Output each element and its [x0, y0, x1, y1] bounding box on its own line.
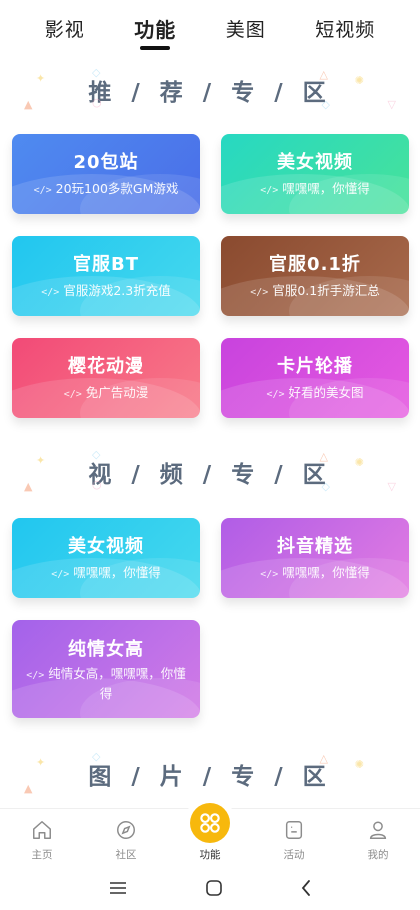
star-decoration-icon: ✦	[36, 72, 46, 85]
triangle-decoration-icon: △	[319, 68, 328, 81]
nav-profile[interactable]: 我的	[336, 809, 420, 862]
nav-home[interactable]: 主页	[0, 809, 84, 862]
card-title: 官服BT	[73, 254, 139, 275]
card-title: 美女视频	[68, 536, 144, 557]
card-title: 抖音精选	[277, 536, 353, 557]
square-decoration-icon: ◇	[92, 750, 101, 763]
card-subtitle: </> 免广告动漫	[63, 385, 149, 400]
code-icon: </>	[260, 569, 279, 580]
tab-short-videos[interactable]: 短视频	[315, 0, 375, 56]
diamond-decoration-icon: ◇	[321, 98, 330, 111]
card-subtitle: </> 嘿嘿嘿，你懂得	[260, 181, 370, 196]
circle-decoration-icon: ○	[92, 478, 102, 491]
star-decoration-icon: ✺	[354, 456, 364, 469]
code-icon: </>	[63, 389, 82, 400]
section-title: 视 / 频 / 专 / 区	[88, 462, 332, 488]
nav-label: 活动	[283, 849, 305, 861]
card-title: 卡片轮播	[277, 356, 353, 377]
card-carousel[interactable]: 卡片轮播 </> 好看的美女图	[221, 338, 409, 418]
back-icon[interactable]	[300, 879, 312, 901]
bottom-navigation: 主页 社区 功能 活动 我的	[0, 803, 420, 870]
system-navigation-bar	[0, 870, 420, 910]
code-icon: </>	[266, 389, 285, 400]
card-subtitle: </> 纯情女高，嘿嘿嘿，你懂得	[26, 666, 186, 701]
square-decoration-icon: ◇	[92, 66, 101, 79]
star-decoration-icon: ✺	[354, 758, 364, 771]
code-icon: </>	[41, 287, 60, 298]
card-sakura-anime[interactable]: 樱花动漫 </> 免广告动漫	[12, 338, 200, 418]
card-title: 樱花动漫	[68, 356, 144, 377]
card-pure-schoolgirl[interactable]: 纯情女高 </> 纯情女高，嘿嘿嘿，你懂得	[12, 620, 200, 718]
card-beauty-video[interactable]: 美女视频 </> 嘿嘿嘿，你懂得	[221, 134, 409, 214]
card-subtitle: </> 20玩100多款GM游戏	[33, 181, 179, 196]
card-title: 美女视频	[277, 152, 353, 173]
nav-label: 我的	[367, 849, 389, 861]
tab-pictures[interactable]: 美图	[226, 0, 266, 56]
activity-icon	[281, 817, 307, 843]
square-decoration-icon: ◇	[92, 448, 101, 461]
card-title: 20包站	[73, 152, 139, 173]
top-tab-bar: 影视 功能 美图 短视频	[0, 0, 420, 56]
nav-label: 主页	[31, 849, 53, 861]
card-subtitle: </> 嘿嘿嘿，你懂得	[51, 565, 161, 580]
tab-movies[interactable]: 影视	[45, 0, 85, 56]
home-button-icon[interactable]	[205, 879, 223, 901]
section-header-video: ✦ ▲ ◇ ○ 视 / 频 / 专 / 区 △ ✺ ◇ ▽	[0, 444, 420, 500]
diamond-decoration-icon: ◇	[321, 480, 330, 493]
code-icon: </>	[260, 185, 279, 196]
card-subtitle: </> 官服游戏2.3折充值	[41, 283, 171, 298]
menu-icon[interactable]	[108, 880, 128, 900]
section-header-recommended: ✦ ▲ ◇ ○ 推 / 荐 / 专 / 区 △ ✺ ◇ ▽	[0, 62, 420, 118]
card-official-bt[interactable]: 官服BT </> 官服游戏2.3折充值	[12, 236, 200, 316]
triangle-decoration-icon: △	[319, 752, 328, 765]
circle-decoration-icon: ○	[92, 96, 102, 109]
grid-icon	[190, 803, 230, 843]
nav-community[interactable]: 社区	[84, 809, 168, 862]
card-subtitle: </> 好看的美女图	[266, 385, 364, 400]
star-decoration-icon: ✦	[36, 454, 46, 467]
triangle-decoration-icon: ▲	[24, 782, 33, 795]
tab-features[interactable]: 功能	[134, 0, 176, 56]
card-beauty-video-2[interactable]: 美女视频 </> 嘿嘿嘿，你懂得	[12, 518, 200, 598]
compass-icon	[113, 817, 139, 843]
card-subtitle: </> 嘿嘿嘿，你懂得	[260, 565, 370, 580]
card-official-discount[interactable]: 官服0.1折 </> 官服0.1折手游汇总	[221, 236, 409, 316]
triangle-decoration-icon: ▲	[24, 98, 33, 111]
section-header-pictures: ✦ ▲ ◇ 图 / 片 / 专 / 区 △ ✺	[0, 746, 420, 802]
star-decoration-icon: ✦	[36, 756, 46, 769]
card-20-bao-zhan[interactable]: 20包站 </> 20玩100多款GM游戏	[12, 134, 200, 214]
code-icon: </>	[33, 185, 52, 196]
code-icon: </>	[51, 569, 70, 580]
triangle-decoration-icon: ▽	[387, 480, 396, 493]
home-icon	[29, 817, 55, 843]
nav-features[interactable]: 功能	[168, 803, 252, 862]
card-subtitle: </> 官服0.1折手游汇总	[250, 283, 380, 298]
triangle-decoration-icon: ▽	[387, 98, 396, 111]
nav-activity[interactable]: 活动	[252, 809, 336, 862]
triangle-decoration-icon: △	[319, 450, 328, 463]
section-title: 推 / 荐 / 专 / 区	[88, 80, 332, 106]
person-icon	[365, 817, 391, 843]
card-title: 官服0.1折	[269, 254, 361, 275]
section-title: 图 / 片 / 专 / 区	[88, 764, 332, 790]
card-douyin-selection[interactable]: 抖音精选 </> 嘿嘿嘿，你懂得	[221, 518, 409, 598]
code-icon: </>	[26, 670, 45, 681]
nav-label: 功能	[199, 849, 221, 861]
code-icon: </>	[250, 287, 269, 298]
triangle-decoration-icon: ▲	[24, 480, 33, 493]
star-decoration-icon: ✺	[354, 74, 364, 87]
nav-label: 社区	[115, 849, 137, 861]
card-title: 纯情女高	[68, 639, 144, 660]
